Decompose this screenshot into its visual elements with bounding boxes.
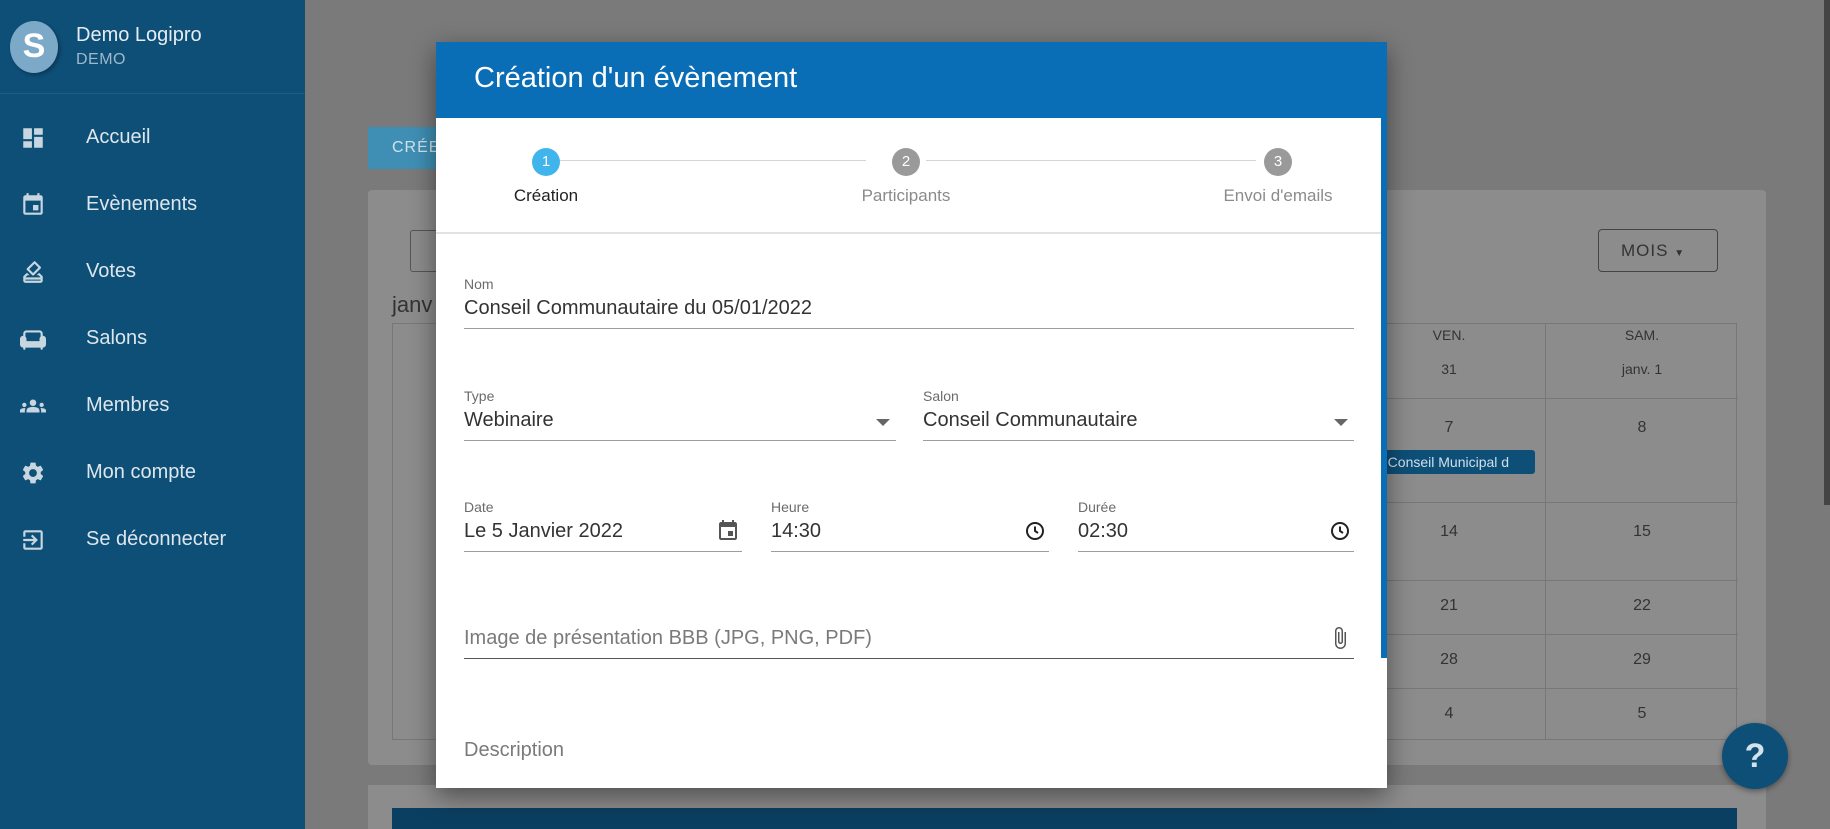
- calendar-head: SAM. janv. 1: [1545, 323, 1738, 398]
- date-input[interactable]: Le 5 Janvier 2022: [464, 520, 742, 551]
- step-creation[interactable]: 1 Création: [504, 148, 588, 206]
- page-scrollbar[interactable]: [1824, 0, 1830, 505]
- sidebar-item-label: Accueil: [86, 126, 151, 148]
- calendar-column-sam: SAM. janv. 1 8 15 22 29 5: [1545, 323, 1738, 740]
- clock-icon[interactable]: [1328, 519, 1352, 543]
- sidebar-item-evenements[interactable]: Evènements: [0, 171, 305, 238]
- day-date: 31: [1441, 361, 1457, 377]
- step-number: 1: [532, 148, 560, 176]
- paperclip-icon[interactable]: [1328, 626, 1352, 650]
- sidebar-item-accueil[interactable]: Accueil: [0, 104, 305, 171]
- brand-name: Demo Logipro: [76, 24, 202, 46]
- view-mode-label: MOIS: [1621, 241, 1669, 260]
- sidebar-item-se-deconnecter[interactable]: Se déconnecter: [0, 506, 305, 573]
- sidebar-item-votes[interactable]: Votes: [0, 238, 305, 305]
- field-label: Heure: [771, 499, 810, 515]
- sidebar-item-salons[interactable]: Salons: [0, 305, 305, 372]
- field-label: Date: [464, 499, 494, 515]
- type-value: Webinaire: [464, 409, 554, 431]
- step-label: Envoi d'emails: [1223, 186, 1333, 205]
- bottom-bar: [392, 808, 1737, 829]
- vote-icon: [20, 259, 46, 285]
- dropdown-arrow-icon: [876, 419, 890, 426]
- step-number: 3: [1264, 148, 1292, 176]
- duree-field[interactable]: Durée 02:30: [1078, 499, 1354, 552]
- sidebar: S Demo Logipro DEMO Accueil Evènements V…: [0, 0, 305, 829]
- step-label: Participants: [861, 186, 951, 205]
- sidebar-item-membres[interactable]: Membres: [0, 372, 305, 439]
- sidebar-nav: Accueil Evènements Votes Salons Membres: [0, 94, 305, 573]
- calendar-cell[interactable]: 22: [1545, 580, 1738, 634]
- create-event-dialog: Création d'un évènement 1 Création 2 Par…: [436, 42, 1387, 788]
- heure-field[interactable]: Heure 14:30: [771, 499, 1049, 552]
- calendar-icon[interactable]: [716, 519, 740, 543]
- sidebar-item-label: Evènements: [86, 193, 198, 215]
- date-field[interactable]: Date Le 5 Janvier 2022: [464, 499, 742, 552]
- dialog-scrollbar[interactable]: [1381, 42, 1387, 658]
- image-upload-field[interactable]: Image de présentation BBB (JPG, PNG, PDF…: [464, 627, 1354, 659]
- clock-icon[interactable]: [1023, 519, 1047, 543]
- field-label: Type: [464, 388, 495, 404]
- heure-input[interactable]: 14:30: [771, 520, 1049, 551]
- type-select[interactable]: Type Webinaire: [464, 388, 896, 441]
- dropdown-arrow-icon: [1334, 419, 1348, 426]
- logo: S: [10, 20, 58, 73]
- field-label: Salon: [923, 388, 959, 404]
- field-label: Durée: [1078, 499, 1117, 515]
- description-placeholder: Description: [464, 739, 565, 761]
- brand: S Demo Logipro DEMO: [0, 0, 305, 94]
- dashboard-icon: [20, 125, 46, 151]
- duree-input[interactable]: 02:30: [1078, 520, 1354, 551]
- sidebar-item-label: Membres: [86, 394, 170, 416]
- field-label: Nom: [464, 276, 494, 292]
- nom-input[interactable]: Conseil Communautaire du 05/01/2022: [464, 297, 1354, 328]
- calendar-event-chip[interactable]: 5 Conseil Municipal d: [1370, 450, 1535, 474]
- people-icon: [20, 393, 46, 419]
- sidebar-item-label: Mon compte: [86, 461, 197, 483]
- sidebar-item-label: Votes: [86, 260, 137, 282]
- salon-select[interactable]: Salon Conseil Communautaire: [923, 388, 1354, 441]
- step-number: 2: [892, 148, 920, 176]
- logout-icon: [20, 527, 46, 553]
- calendar-month-label: janv: [392, 292, 433, 317]
- description-field[interactable]: Description: [464, 739, 1354, 770]
- step-participants[interactable]: 2 Participants: [846, 148, 966, 206]
- dialog-title: Création d'un évènement: [436, 42, 1387, 118]
- day-date: janv. 1: [1621, 361, 1663, 377]
- image-upload-placeholder: Image de présentation BBB (JPG, PNG, PDF…: [464, 627, 872, 649]
- sofa-icon: [20, 326, 46, 352]
- chevron-down-icon: ▼: [1674, 248, 1686, 259]
- nom-field[interactable]: Nom Conseil Communautaire du 05/01/2022: [464, 276, 1354, 329]
- calendar-cell[interactable]: 29: [1545, 634, 1738, 688]
- sidebar-item-label: Salons: [86, 327, 148, 349]
- view-mode-select[interactable]: MOIS ▼: [1598, 229, 1718, 272]
- step-connector: [926, 160, 1256, 161]
- help-button[interactable]: ?: [1722, 723, 1788, 789]
- calendar-cell[interactable]: 15: [1545, 502, 1738, 580]
- calendar-cell[interactable]: 5: [1545, 688, 1738, 740]
- sidebar-item-mon-compte[interactable]: Mon compte: [0, 439, 305, 506]
- salon-value: Conseil Communautaire: [923, 409, 1138, 431]
- step-label: Création: [513, 186, 579, 205]
- calendar-cell[interactable]: 8: [1545, 398, 1738, 502]
- brand-sub: DEMO: [76, 51, 126, 68]
- stepper: 1 Création 2 Participants 3 Envoi d'emai…: [436, 118, 1387, 234]
- step-envoi-emails[interactable]: 3 Envoi d'emails: [1213, 148, 1343, 206]
- sidebar-item-label: Se déconnecter: [86, 528, 227, 550]
- gear-icon: [20, 460, 46, 486]
- calendar-icon: [20, 192, 46, 218]
- day-of-week: SAM.: [1624, 327, 1660, 343]
